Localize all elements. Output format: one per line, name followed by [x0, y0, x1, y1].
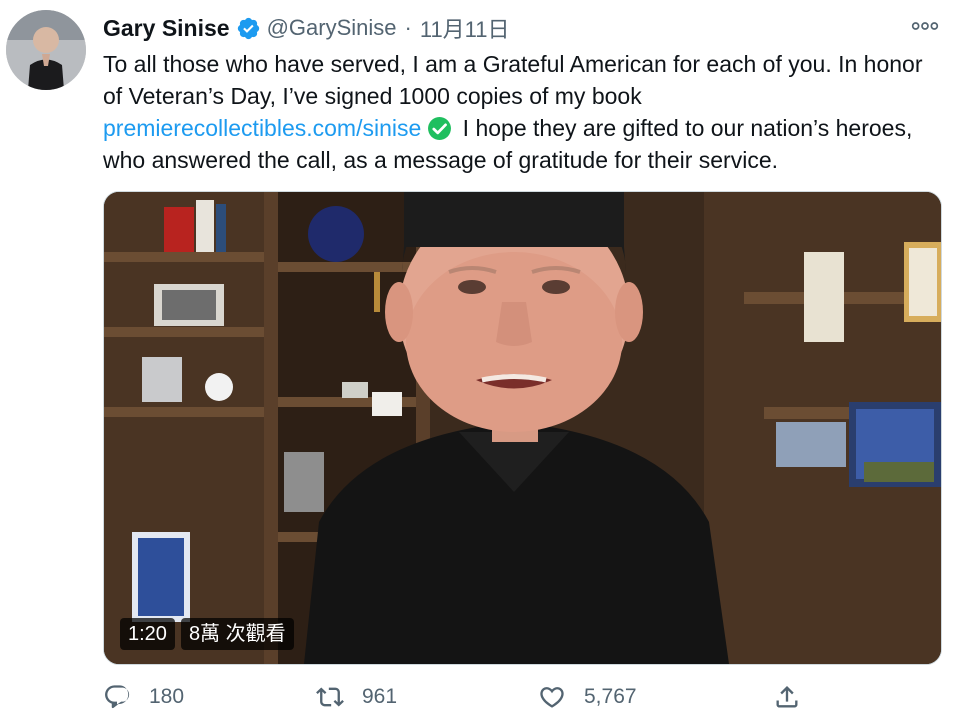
author-name[interactable]: Gary Sinise	[103, 15, 230, 42]
video-info-badges: 1:20 8萬 次觀看	[120, 618, 294, 650]
reply-icon	[105, 685, 130, 709]
check-mark-emoji-icon	[427, 116, 452, 141]
author-avatar[interactable]	[6, 10, 86, 90]
like-button[interactable]: 5,767	[538, 679, 637, 715]
tweet-text: To all those who have served, I am a Gra…	[103, 48, 933, 176]
tweet-actions: 180 961 5,767	[103, 679, 823, 715]
retweet-icon	[316, 687, 344, 707]
tweet-text-part1: To all those who have served, I am a Gra…	[103, 51, 923, 109]
verified-badge-icon	[236, 16, 261, 41]
video-view-count: 8萬 次觀看	[180, 618, 294, 650]
share-icon	[776, 686, 798, 708]
video-player[interactable]	[103, 191, 942, 665]
author-handle[interactable]: @GarySinise	[267, 15, 397, 41]
tweet-date[interactable]: 11月11日	[420, 12, 510, 44]
heart-icon	[540, 687, 564, 708]
share-button[interactable]	[773, 679, 819, 715]
reply-button[interactable]: 180	[103, 679, 184, 715]
video-duration: 1:20	[120, 618, 175, 650]
tweet-link[interactable]: premierecollectibles.com/sinise	[103, 115, 421, 141]
retweet-button[interactable]: 961	[316, 679, 397, 715]
like-count: 5,767	[584, 685, 637, 708]
tweet-header: Gary Sinise @GarySinise · 11月11日	[103, 12, 510, 44]
separator-dot: ·	[404, 15, 412, 40]
reply-count: 180	[149, 685, 185, 708]
more-options-icon[interactable]	[910, 14, 940, 38]
retweet-count: 961	[362, 685, 398, 708]
avatar-photo	[6, 10, 86, 90]
video-frame	[104, 192, 941, 664]
